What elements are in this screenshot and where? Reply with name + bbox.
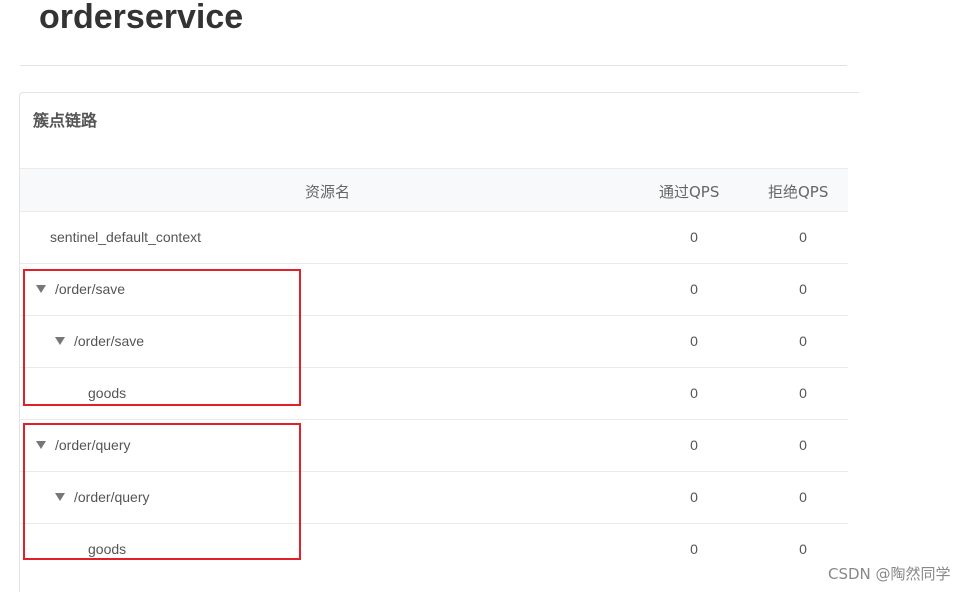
collapse-caret-icon[interactable] bbox=[36, 441, 46, 450]
pass-qps-value: 0 bbox=[690, 437, 698, 453]
block-qps-value: 0 bbox=[799, 541, 807, 557]
block-qps-value: 0 bbox=[799, 333, 807, 349]
cluster-link-panel: 簇点链路 资源名 通过QPS 拒绝QPS sentinel_default_co… bbox=[19, 92, 859, 592]
block-qps-value: 0 bbox=[799, 281, 807, 297]
table-header: 资源名 通过QPS 拒绝QPS bbox=[20, 168, 848, 212]
column-header-pass-qps[interactable]: 通过QPS bbox=[659, 181, 719, 202]
panel-title: 簇点链路 bbox=[33, 111, 98, 130]
block-qps-value: 0 bbox=[799, 437, 807, 453]
collapse-caret-icon[interactable] bbox=[55, 493, 65, 502]
pass-qps-value: 0 bbox=[690, 385, 698, 401]
pass-qps-value: 0 bbox=[690, 281, 698, 297]
collapse-caret-icon[interactable] bbox=[55, 337, 65, 346]
column-header-block-qps[interactable]: 拒绝QPS bbox=[768, 181, 828, 202]
pass-qps-value: 0 bbox=[690, 333, 698, 349]
resource-name: goods bbox=[88, 385, 127, 401]
pass-qps-value: 0 bbox=[690, 489, 698, 505]
resource-name: /order/query bbox=[74, 489, 150, 505]
block-qps-value: 0 bbox=[799, 229, 807, 245]
block-qps-value: 0 bbox=[799, 385, 807, 401]
table-row[interactable]: sentinel_default_context 0 0 bbox=[20, 212, 848, 264]
table-row[interactable]: goods 0 0 bbox=[20, 524, 848, 576]
resource-name: /order/query bbox=[55, 437, 131, 453]
table-row[interactable]: goods 0 0 bbox=[20, 368, 848, 420]
collapse-caret-icon[interactable] bbox=[36, 285, 46, 294]
pass-qps-value: 0 bbox=[690, 541, 698, 557]
title-divider bbox=[20, 65, 847, 66]
table-row[interactable]: /order/save 0 0 bbox=[20, 316, 848, 368]
resource-name: /order/save bbox=[74, 333, 145, 349]
block-qps-value: 0 bbox=[799, 489, 807, 505]
resource-name: goods bbox=[88, 541, 127, 557]
table-row[interactable]: /order/save 0 0 bbox=[20, 264, 848, 316]
column-header-resource[interactable]: 资源名 bbox=[305, 181, 350, 202]
watermark: CSDN @陶然同学 bbox=[828, 565, 951, 583]
resource-name: sentinel_default_context bbox=[50, 229, 201, 245]
table-row[interactable]: /order/query 0 0 bbox=[20, 472, 848, 524]
resource-name: /order/save bbox=[55, 281, 126, 297]
app-title: orderservice bbox=[39, 0, 244, 36]
table-row[interactable]: /order/query 0 0 bbox=[20, 420, 848, 472]
pass-qps-value: 0 bbox=[690, 229, 698, 245]
